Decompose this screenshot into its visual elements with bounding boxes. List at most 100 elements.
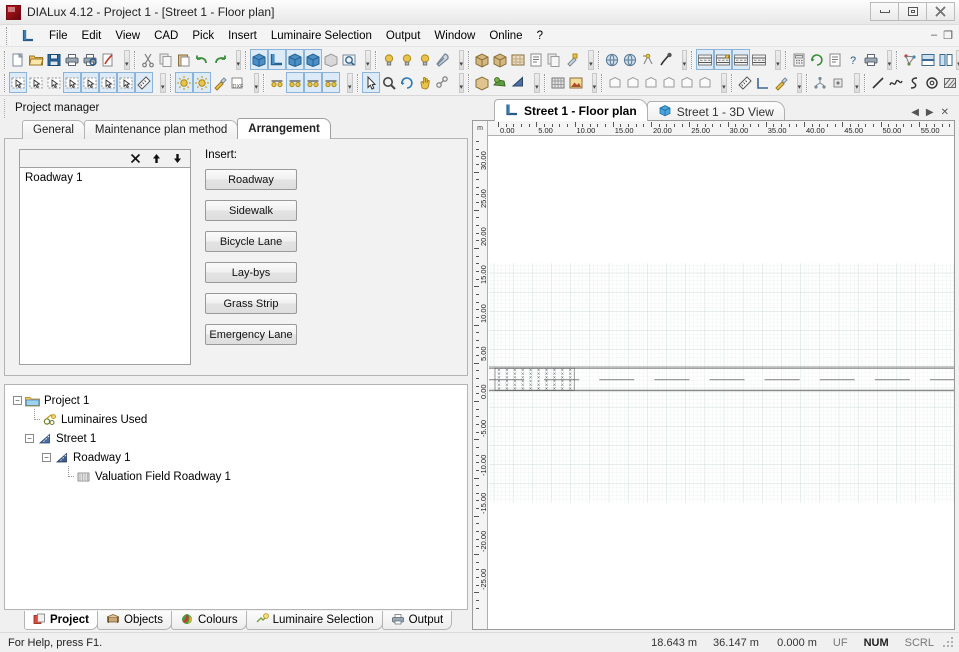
- toolbar-overflow-button[interactable]: ▾: [588, 49, 594, 70]
- poly-6-button[interactable]: [696, 72, 714, 93]
- luminaire-field-button[interactable]: [286, 72, 305, 93]
- insert-grass-strip-button[interactable]: Grass Strip: [205, 293, 297, 314]
- cut-button[interactable]: [139, 49, 157, 70]
- colour-picker-button[interactable]: [211, 72, 229, 93]
- edit-colour-button[interactable]: [772, 72, 790, 93]
- tree-node-luminaires-used[interactable]: Luminaires Used: [13, 409, 463, 429]
- toolbar-overflow-button[interactable]: ▾: [721, 72, 727, 93]
- luminaire-group-button[interactable]: [322, 72, 341, 93]
- toolbar-grip[interactable]: [806, 73, 809, 92]
- vertical-ruler[interactable]: -25.00 -20.00 -15.00 -10.00 -5.00 0.00 5.00 10.…: [473, 136, 488, 629]
- expander-icon[interactable]: −: [42, 453, 51, 462]
- toolbar-overflow-button[interactable]: ▾: [235, 49, 242, 70]
- menu-item-cad[interactable]: CAD: [147, 28, 185, 44]
- raytracer-button[interactable]: [901, 49, 919, 70]
- toolbar-grip[interactable]: [896, 50, 899, 69]
- zoom-room-button[interactable]: [340, 49, 358, 70]
- tree-node-valuation-field[interactable]: Valuation Field Roadway 1: [13, 466, 463, 486]
- menu-item-file[interactable]: File: [42, 28, 75, 44]
- print-report-button[interactable]: [862, 49, 880, 70]
- menu-item-output[interactable]: Output: [379, 28, 428, 44]
- view-tab-floor-plan[interactable]: Street 1 - Floor plan: [494, 99, 648, 121]
- circle-button[interactable]: [923, 72, 941, 93]
- pan-button[interactable]: [416, 72, 434, 93]
- horizontal-ruler-track[interactable]: 0.00 5.00 10.00 15.00 20.00 25.00 30.00 35.00 40…: [488, 121, 954, 135]
- dimming-button[interactable]: [416, 49, 434, 70]
- move-up-button[interactable]: [150, 152, 163, 165]
- tree-node-project[interactable]: − Project 1: [13, 391, 463, 410]
- toolbar-overflow-button[interactable]: ▾: [775, 49, 781, 70]
- toolbar-overflow-button[interactable]: ▾: [681, 49, 688, 70]
- image-button[interactable]: [567, 72, 585, 93]
- copy-button[interactable]: [157, 49, 175, 70]
- line-button[interactable]: [869, 72, 887, 93]
- menu-item-online[interactable]: Online: [482, 28, 529, 44]
- zoom-button[interactable]: [380, 72, 398, 93]
- view-tab-3d-view[interactable]: Street 1 - 3D View: [646, 101, 785, 121]
- close-button[interactable]: [926, 2, 955, 21]
- new-button[interactable]: [9, 49, 27, 70]
- tree-node-roadway[interactable]: − Roadway 1: [13, 448, 463, 467]
- polyline-button[interactable]: [887, 72, 905, 93]
- toolbar-grip[interactable]: [263, 73, 266, 92]
- toolbar-grip[interactable]: [784, 50, 787, 69]
- undo-button[interactable]: [193, 49, 211, 70]
- paint-button[interactable]: [563, 49, 581, 70]
- floor-plan-drawing[interactable]: [489, 137, 954, 629]
- tree-node-street[interactable]: − Street 1: [13, 429, 463, 448]
- light-scene-button[interactable]: [380, 49, 398, 70]
- rectangular-room-button[interactable]: [286, 49, 305, 70]
- toolbar-grip[interactable]: [468, 50, 471, 69]
- toolbar-overflow-button[interactable]: ▾: [365, 49, 371, 70]
- scroll-tabs-right-button[interactable]: ▶: [926, 107, 934, 118]
- street-button[interactable]: [696, 49, 715, 70]
- toolbar-grip[interactable]: [374, 50, 377, 69]
- light-distribution-button[interactable]: [639, 49, 657, 70]
- bottom-tab-luminaire-selection[interactable]: Luminaire Selection: [245, 611, 383, 630]
- poly-3-button[interactable]: [642, 72, 660, 93]
- interior-room-button[interactable]: [250, 49, 269, 70]
- tile-vertical-button[interactable]: [937, 49, 955, 70]
- hatch-button[interactable]: [941, 72, 959, 93]
- room-solid-button[interactable]: [473, 72, 491, 93]
- select-area-button[interactable]: [117, 72, 135, 93]
- insert-roadway-button[interactable]: Roadway: [205, 169, 297, 190]
- copy-list-button[interactable]: [545, 49, 563, 70]
- tab-arrangement[interactable]: Arrangement: [237, 118, 331, 139]
- select-furniture-button[interactable]: [63, 72, 81, 93]
- expander-icon[interactable]: −: [25, 434, 34, 443]
- floor-plan-canvas[interactable]: [489, 137, 954, 629]
- measure-button[interactable]: [135, 72, 153, 93]
- toolbar-grip[interactable]: [245, 50, 248, 69]
- select-texture-button[interactable]: [81, 72, 99, 93]
- toolbar-overflow-button[interactable]: ▾: [160, 72, 166, 93]
- tile-horizontal-button[interactable]: [919, 49, 937, 70]
- wrench-button[interactable]: [434, 49, 452, 70]
- redo-button[interactable]: [211, 49, 229, 70]
- select-luminaire-button[interactable]: [27, 72, 45, 93]
- menu-item-luminaire-selection[interactable]: Luminaire Selection: [264, 28, 379, 44]
- exterior-scene-button[interactable]: [304, 49, 323, 70]
- select-object-button[interactable]: [9, 72, 27, 93]
- tab-general[interactable]: General: [22, 120, 85, 139]
- calculation-button[interactable]: [790, 49, 808, 70]
- grid-button[interactable]: [549, 72, 567, 93]
- toolbar-overflow-button[interactable]: ▾: [854, 72, 860, 93]
- toolbar-grip[interactable]: [356, 73, 359, 92]
- 3d-solid-button[interactable]: [491, 49, 509, 70]
- expander-icon[interactable]: −: [13, 396, 22, 405]
- toolbar-grip[interactable]: [863, 73, 866, 92]
- open-button[interactable]: [27, 49, 45, 70]
- bottom-tab-project[interactable]: Project: [24, 611, 98, 630]
- 3d-object-button[interactable]: [473, 49, 491, 70]
- insert-sidewalk-button[interactable]: Sidewalk: [205, 200, 297, 221]
- toolbar-overflow-button[interactable]: ▾: [591, 72, 598, 93]
- luminaire-single-button[interactable]: [304, 72, 323, 93]
- toolbar-grip[interactable]: [4, 73, 6, 92]
- insert-lay-bys-button[interactable]: Lay-bys: [205, 262, 297, 283]
- delete-item-button[interactable]: [129, 152, 142, 165]
- daylight-button[interactable]: [192, 72, 211, 93]
- menu-item-help[interactable]: ?: [530, 28, 550, 44]
- edit-list-button[interactable]: [527, 49, 545, 70]
- street-luminaire-button[interactable]: [714, 49, 733, 70]
